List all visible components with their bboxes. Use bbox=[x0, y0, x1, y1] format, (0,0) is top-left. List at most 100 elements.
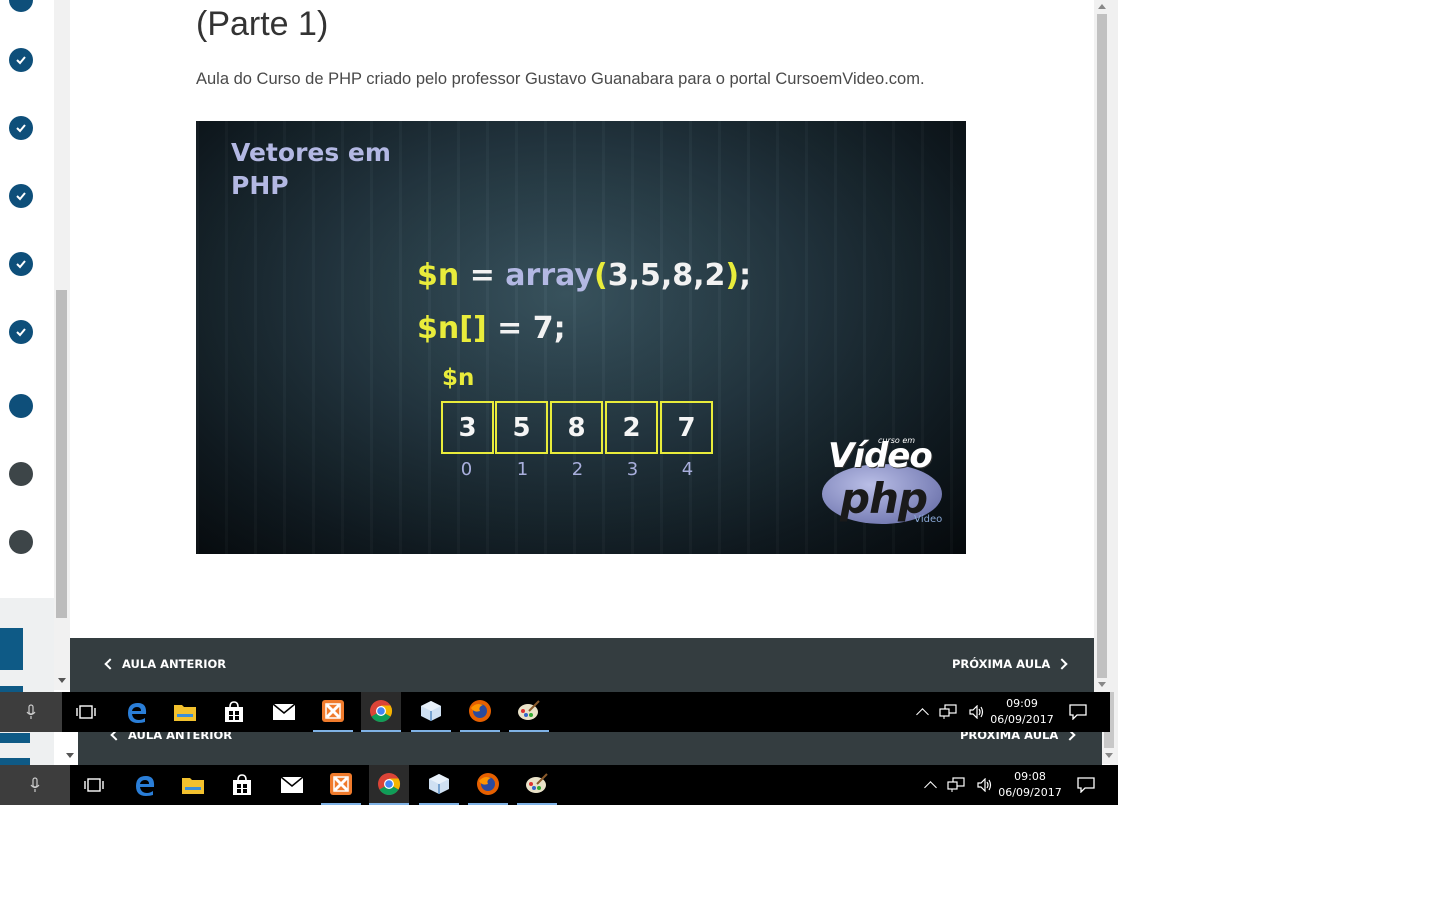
lesson-status-completed-icon[interactable] bbox=[9, 252, 33, 276]
code-line-1: $n = array(3,5,8,2); bbox=[417, 258, 751, 293]
lesson-status-completed-icon[interactable] bbox=[9, 116, 33, 140]
video-player[interactable]: Vetores em PHP $n = array(3,5,8,2); $n[]… bbox=[196, 121, 966, 554]
xampp-icon[interactable] bbox=[313, 692, 353, 732]
lesson-status-completed-icon[interactable] bbox=[9, 0, 33, 12]
network-icon[interactable] bbox=[947, 777, 965, 793]
window-edge bbox=[1110, 0, 1118, 805]
array-cell: 8 bbox=[550, 401, 603, 454]
firefox-icon[interactable] bbox=[468, 765, 508, 805]
logo-bottom-text: Vídeo bbox=[914, 514, 943, 525]
action-center-icon[interactable] bbox=[1066, 765, 1106, 805]
paint-icon[interactable] bbox=[509, 692, 549, 732]
code-semicolon: ; bbox=[739, 258, 752, 293]
chevron-up-icon[interactable] bbox=[924, 780, 937, 794]
store-icon[interactable] bbox=[222, 765, 262, 805]
video-heading-line2: PHP bbox=[231, 171, 289, 200]
array-cell: 7 bbox=[660, 401, 713, 454]
logo-video-text: Vídeo bbox=[828, 436, 933, 476]
windows-taskbar-back: 09:08 06/09/2017 bbox=[0, 765, 1118, 805]
volume-icon[interactable] bbox=[977, 778, 993, 792]
code-fn: array bbox=[505, 258, 594, 293]
curso-em-video-php-logo: curso em Vídeo php Vídeo bbox=[818, 436, 953, 536]
next-lesson-label: PRÓXIMA AULA bbox=[952, 657, 1051, 671]
lesson-status-completed-icon[interactable] bbox=[9, 184, 33, 208]
code-eq: = bbox=[497, 311, 523, 346]
scroll-down-icon[interactable] bbox=[1098, 682, 1106, 687]
code-value: 7; bbox=[532, 311, 566, 346]
chevron-right-icon bbox=[1056, 658, 1068, 670]
sidebar-scroll-down-icon[interactable] bbox=[66, 753, 74, 758]
array-index: 0 bbox=[460, 459, 473, 480]
next-lesson-link[interactable]: PRÓXIMA AULA bbox=[952, 657, 1068, 671]
lesson-nav-bar-back: AULA ANTERIOR PRÓXIMA AULA bbox=[78, 728, 1102, 765]
chrome-icon[interactable] bbox=[361, 692, 401, 732]
array-index: 4 bbox=[681, 459, 694, 480]
clock-time: 09:09 bbox=[1006, 697, 1038, 710]
video-heading: Vetores em PHP bbox=[231, 136, 491, 202]
blank-area bbox=[0, 805, 1440, 900]
paint-icon[interactable] bbox=[517, 765, 557, 805]
lesson-description: Aula do Curso de PHP criado pelo profess… bbox=[196, 70, 925, 88]
store-icon[interactable] bbox=[214, 692, 254, 732]
lesson-status-pending-icon[interactable] bbox=[9, 530, 33, 554]
array-label: $n bbox=[442, 365, 475, 391]
code-args: 3,5,8,2 bbox=[607, 258, 726, 293]
code-var: $n bbox=[417, 258, 460, 293]
array-cell: 2 bbox=[605, 401, 658, 454]
action-center-icon[interactable] bbox=[1058, 692, 1098, 732]
mail-icon[interactable] bbox=[272, 765, 312, 805]
task-view-icon[interactable] bbox=[74, 765, 114, 805]
clock-date: 06/09/2017 bbox=[990, 713, 1054, 726]
xampp-icon[interactable] bbox=[321, 765, 361, 805]
taskbar-clock[interactable]: 09:08 06/09/2017 bbox=[995, 769, 1065, 801]
array-index: 2 bbox=[571, 459, 584, 480]
lesson-title: (Parte 1) bbox=[196, 5, 329, 43]
network-icon[interactable] bbox=[939, 704, 957, 720]
windows-taskbar: 09:09 06/09/2017 bbox=[0, 692, 1110, 732]
file-explorer-icon[interactable] bbox=[165, 692, 205, 732]
video-heading-line1: Vetores em bbox=[231, 138, 391, 167]
cortana-mic-icon[interactable] bbox=[0, 765, 70, 805]
clock-date: 06/09/2017 bbox=[998, 786, 1062, 799]
chevron-left-icon bbox=[104, 658, 116, 670]
array-index: 1 bbox=[516, 459, 529, 480]
sidebar-block bbox=[0, 733, 30, 743]
lesson-nav-bar: AULA ANTERIOR PRÓXIMA AULA bbox=[70, 638, 1094, 692]
sidebar-scrollbar-thumb[interactable] bbox=[56, 290, 67, 618]
lesson-status-pending-icon[interactable] bbox=[9, 462, 33, 486]
scroll-down-icon[interactable] bbox=[1105, 753, 1113, 758]
mail-icon[interactable] bbox=[264, 692, 304, 732]
virtualbox-icon[interactable] bbox=[419, 765, 459, 805]
chevron-up-icon[interactable] bbox=[916, 707, 929, 721]
scroll-up-icon[interactable] bbox=[1098, 4, 1106, 9]
chrome-icon[interactable] bbox=[369, 765, 409, 805]
array-index: 3 bbox=[626, 459, 639, 480]
clock-time: 09:08 bbox=[1014, 770, 1046, 783]
edge-icon[interactable] bbox=[125, 765, 165, 805]
taskbar-clock[interactable]: 09:09 06/09/2017 bbox=[987, 696, 1057, 728]
array-cell: 3 bbox=[441, 401, 494, 454]
code-eq: = bbox=[469, 258, 495, 293]
task-view-icon[interactable] bbox=[66, 692, 106, 732]
lesson-status-completed-icon[interactable] bbox=[9, 48, 33, 72]
code-paren: ( bbox=[594, 258, 608, 293]
previous-lesson-link[interactable]: AULA ANTERIOR bbox=[104, 657, 227, 671]
code-paren: ) bbox=[725, 258, 740, 293]
cortana-mic-icon[interactable] bbox=[0, 692, 62, 732]
sidebar-scroll-down-icon[interactable] bbox=[58, 678, 66, 683]
virtualbox-icon[interactable] bbox=[411, 692, 451, 732]
array-cell: 5 bbox=[495, 401, 548, 454]
firefox-icon[interactable] bbox=[460, 692, 500, 732]
page-scrollbar-thumb[interactable] bbox=[1097, 14, 1107, 678]
file-explorer-icon[interactable] bbox=[173, 765, 213, 805]
previous-lesson-label: AULA ANTERIOR bbox=[122, 657, 227, 671]
system-tray bbox=[924, 765, 993, 805]
lesson-status-current-icon[interactable] bbox=[9, 394, 33, 418]
lesson-status-completed-icon[interactable] bbox=[9, 320, 33, 344]
code-var: $n[] bbox=[417, 311, 487, 346]
volume-icon[interactable] bbox=[969, 705, 985, 719]
code-line-2: $n[] = 7; bbox=[417, 311, 566, 346]
edge-icon[interactable] bbox=[117, 692, 157, 732]
system-tray bbox=[916, 692, 985, 732]
sidebar-toggle-button[interactable] bbox=[0, 628, 23, 670]
